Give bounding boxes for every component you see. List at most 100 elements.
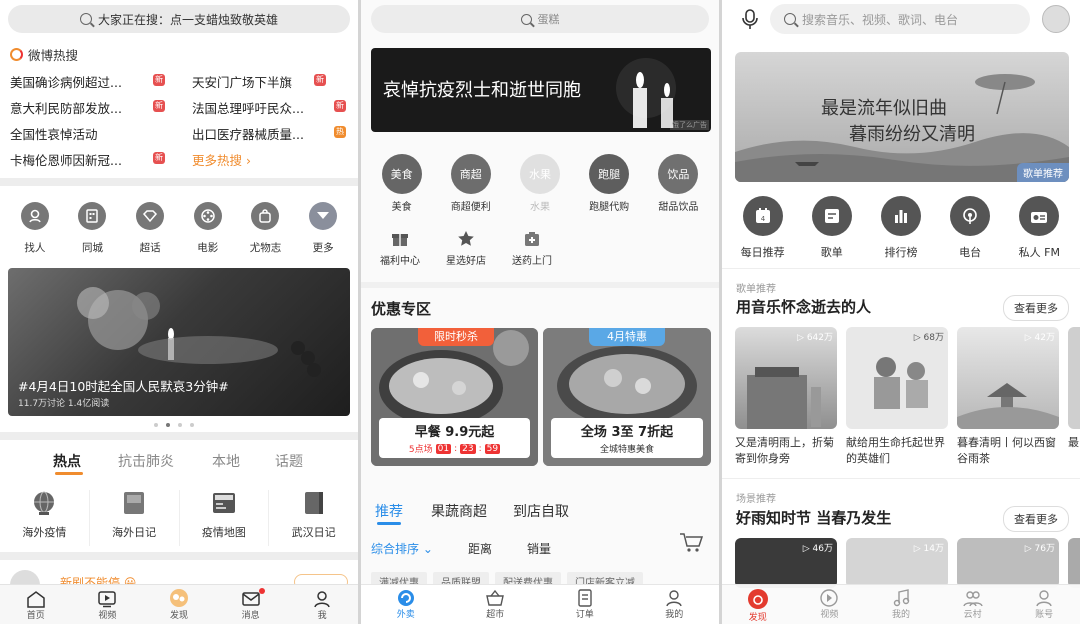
quick-icon-youwuzhi[interactable]: 尤物志 — [240, 202, 290, 255]
hot-item[interactable]: 全国性哀悼活动 — [10, 124, 160, 143]
deal-title: 早餐 9.9元起 — [414, 425, 495, 440]
nav-video[interactable]: 视频 — [794, 585, 866, 624]
mourning-banner[interactable]: #4月4日10时起全国人民默哀3分钟# 11.7万讨论 1.4亿阅读 — [8, 268, 350, 416]
nav-discover[interactable]: 发现 — [143, 585, 215, 624]
scene-card[interactable]: ▷ 76万 — [957, 538, 1059, 588]
menu-charts[interactable]: 排行榜 — [871, 196, 931, 260]
see-more-button[interactable]: 查看更多 — [1003, 295, 1069, 321]
quick-icons-row: 找人 同城 超话 电影 尤物志 更多 — [0, 202, 358, 255]
quick-icon-super-topic[interactable]: 超话 — [125, 202, 175, 255]
search-bar[interactable]: 蛋糕 — [371, 5, 709, 33]
avatar[interactable] — [1042, 5, 1070, 33]
tab-anti-pneumonia[interactable]: 抗击肺炎 — [118, 451, 174, 471]
playlist-card[interactable]: ▷ 42万 暮春清明丨何以西窗谷雨茶 — [957, 327, 1059, 465]
hot-item[interactable]: 出口医疗器械质量... — [192, 124, 332, 143]
medicine-delivery[interactable]: 送药上门 — [502, 230, 562, 267]
grid-epidemic-map[interactable]: 疫情地图 — [180, 490, 270, 546]
cart-icon[interactable] — [679, 532, 703, 554]
grid-overseas-epidemic[interactable]: 海外疫情 — [0, 490, 90, 546]
deal-card-april-special[interactable]: 4月特惠 全场 3至 7折起 全城特惠美食 — [543, 328, 711, 466]
filter-sort[interactable]: 综合排序 ⌄ — [371, 540, 433, 557]
grid-label: 武汉日记 — [291, 526, 336, 539]
quick-icon-city[interactable]: 同城 — [67, 202, 117, 255]
nav-supermarket[interactable]: 超市 — [451, 585, 541, 624]
tab-hot[interactable]: 热点 — [53, 451, 81, 471]
nav-home[interactable]: 首页 — [0, 585, 72, 624]
news-map-icon — [212, 493, 235, 513]
hot-item[interactable]: 意大利民防部发放... — [10, 98, 160, 117]
deal-card-flash-sale[interactable]: 限时秒杀 早餐 9.9元起 5点场 01: 23: 59 — [371, 328, 538, 466]
nav-messages[interactable]: 消息 — [215, 585, 287, 624]
nav-label: 消息 — [241, 611, 260, 621]
playlist-card[interactable]: ▷ 642万 又是清明雨上，折菊寄到你身旁 — [735, 327, 837, 465]
nav-video[interactable]: 视频 — [72, 585, 144, 624]
play-count: ▷ 46万 — [802, 544, 833, 554]
scene-card[interactable]: ▷ 46万 — [735, 538, 837, 588]
category-supermarket[interactable]: 商超 商超便利 — [441, 154, 501, 213]
menu-playlist[interactable]: 歌单 — [802, 196, 862, 260]
microphone-icon[interactable] — [740, 8, 760, 30]
nav-me[interactable]: 我 — [286, 585, 358, 624]
mourning-banner[interactable]: 哀悼抗疫烈士和逝世同胞 饿了么广告 — [371, 48, 711, 132]
playlist-title: 献给用生命托起世界的英雄们 — [846, 436, 945, 465]
hot-item[interactable]: 卡梅伦恩师因新冠... — [10, 150, 160, 169]
countdown-minutes: 23 — [460, 443, 476, 454]
section-subtitle: 歌单推荐 — [736, 284, 776, 295]
nav-takeout[interactable]: 外卖 — [361, 585, 451, 624]
menu-label: 每日推荐 — [740, 246, 785, 259]
menu-daily-recommend[interactable]: 4 每日推荐 — [733, 196, 793, 260]
countdown-seconds: 59 — [484, 443, 501, 454]
hot-item[interactable]: 法国总理呼吁民众... — [192, 98, 332, 117]
nav-label: 发现 — [748, 613, 767, 623]
category-dessert[interactable]: 饮品 甜品饮品 — [648, 154, 708, 213]
quick-icon-movie[interactable]: 电影 — [183, 202, 233, 255]
carousel-dot[interactable] — [178, 423, 182, 427]
calendar-day-number: 4 — [760, 215, 765, 223]
carousel-dot[interactable] — [190, 423, 194, 427]
quick-icon-more[interactable]: 更多 — [298, 202, 348, 255]
menu-private-fm[interactable]: 私人 FM — [1009, 196, 1069, 260]
scene-card-partial[interactable] — [1068, 538, 1080, 588]
tab-produce[interactable]: 果蔬商超 — [431, 501, 487, 521]
nav-discover[interactable]: 发现 — [722, 585, 794, 624]
people-icon — [962, 591, 983, 607]
search-bar[interactable]: 大家正在搜：点一支蜡烛致敬英雄 — [8, 5, 350, 33]
divider — [0, 178, 358, 186]
category-food[interactable]: 美食 美食 — [372, 154, 432, 213]
grid-wuhan-diary[interactable]: 武汉日记 — [269, 490, 358, 546]
menu-radio[interactable]: 电台 — [940, 196, 1000, 260]
section-subtitle: 场景推荐 — [736, 494, 776, 505]
playlist-banner[interactable]: 最是流年似旧曲 暮雨纷纷又清明 歌单推荐 — [735, 52, 1069, 182]
filter-sales[interactable]: 销量 — [527, 540, 551, 557]
nav-account[interactable]: 账号 — [1008, 585, 1080, 624]
star-icon — [458, 231, 474, 246]
nav-village[interactable]: 云村 — [937, 585, 1009, 624]
carousel-dot-active[interactable] — [166, 423, 170, 427]
carousel-dot[interactable] — [154, 423, 158, 427]
filter-distance[interactable]: 距离 — [468, 540, 492, 557]
star-shops[interactable]: 星选好店 — [436, 230, 496, 267]
hot-item[interactable]: 美国确诊病例超过... — [10, 72, 160, 91]
more-hot-link[interactable]: 更多热搜 › — [192, 150, 251, 169]
scene-card[interactable]: ▷ 14万 — [846, 538, 948, 588]
banner-title: #4月4日10时起全国人民默哀3分钟# — [18, 379, 229, 394]
tab-pickup[interactable]: 到店自取 — [513, 501, 569, 521]
tab-topic[interactable]: 话题 — [275, 451, 303, 471]
quick-icon-find-people[interactable]: 找人 — [10, 202, 60, 255]
flash-sale-tag: 限时秒杀 — [418, 328, 494, 346]
hot-item[interactable]: 天安门广场下半旗 — [192, 72, 332, 91]
see-more-button[interactable]: 查看更多 — [1003, 506, 1069, 532]
nav-label: 我 — [317, 611, 327, 621]
grid-overseas-diary[interactable]: 海外日记 — [90, 490, 180, 546]
welfare-center[interactable]: 福利中心 — [370, 230, 430, 267]
tab-recommend[interactable]: 推荐 — [375, 501, 403, 521]
nav-orders[interactable]: 订单 — [540, 585, 630, 624]
playlist-card-partial[interactable]: 最 — [1068, 327, 1080, 449]
playlist-card[interactable]: ▷ 68万 献给用生命托起世界的英雄们 — [846, 327, 948, 465]
category-errand[interactable]: 跑腿 跑腿代购 — [579, 154, 639, 213]
category-fruit[interactable]: 水果 水果 — [510, 154, 570, 213]
nav-mine[interactable]: 我的 — [630, 585, 720, 624]
nav-mine[interactable]: 我的 — [865, 585, 937, 624]
tab-local[interactable]: 本地 — [212, 451, 240, 471]
search-bar[interactable]: 搜索音乐、视频、歌词、电台 — [770, 4, 1030, 34]
